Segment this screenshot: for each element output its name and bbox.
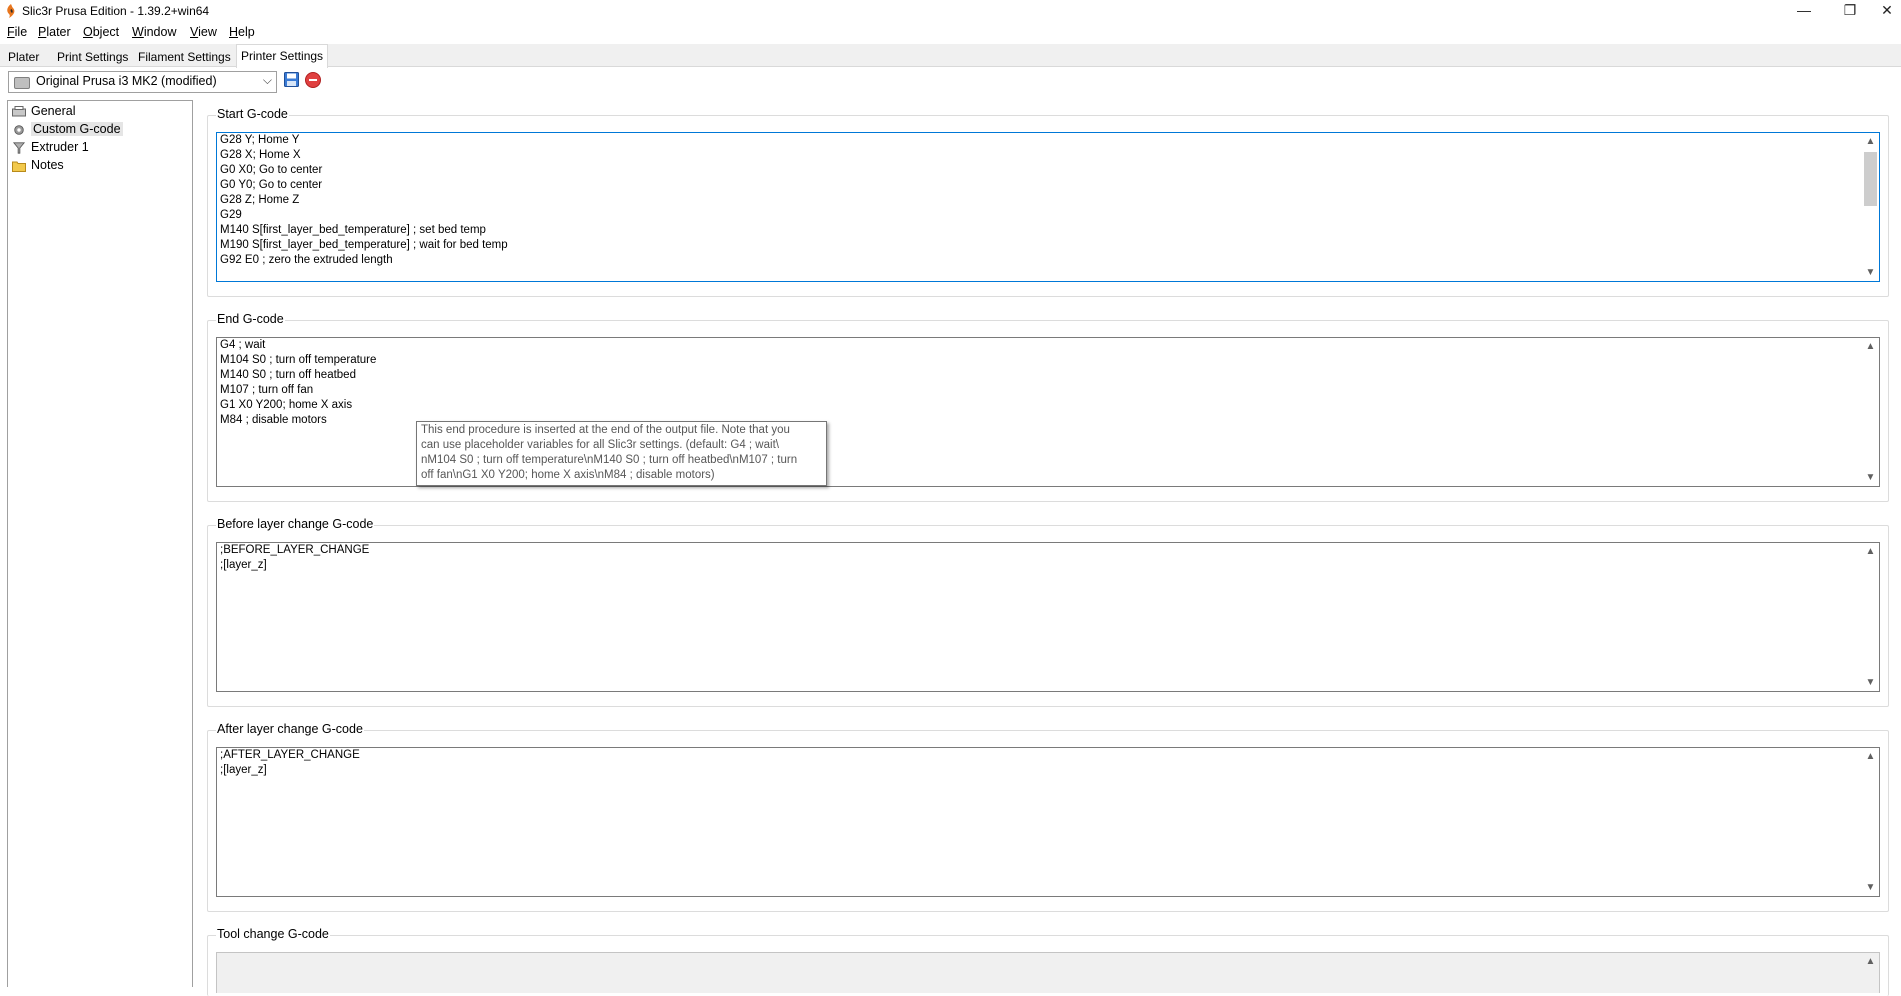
end-gcode-lines: G4 ; wait M104 S0 ; turn off temperature… (217, 338, 1879, 428)
start-gcode-textarea[interactable]: G28 Y; Home Y G28 X; Home X G0 X0; Go to… (216, 132, 1880, 282)
vertical-scrollbar[interactable]: ▲ (1862, 953, 1879, 993)
code-line: G29 (220, 209, 242, 221)
preset-selected-value: Original Prusa i3 MK2 (modified) (36, 74, 217, 88)
cog-icon (14, 124, 24, 135)
code-line: G92 E0 ; zero the extruded length (220, 254, 393, 266)
scroll-up-icon[interactable]: ▲ (1862, 338, 1879, 355)
tool-change-gcode-title: Tool change G-code (216, 927, 330, 941)
window-title: Slic3r Prusa Edition - 1.39.2+win64 (22, 4, 210, 18)
tool-change-gcode-section: Tool change G-code ▲ (207, 927, 1889, 996)
delete-preset-icon[interactable] (305, 72, 321, 88)
printer-icon (12, 105, 26, 117)
tab-printer-settings[interactable]: Printer Settings (236, 44, 329, 68)
scroll-up-icon[interactable]: ▲ (1862, 748, 1879, 765)
tree-item-notes[interactable]: Notes (12, 156, 64, 174)
menu-help[interactable]: Help (229, 25, 255, 39)
code-line: M140 S[first_layer_bed_temperature] ; se… (220, 224, 486, 236)
tab-print-settings[interactable]: Print Settings (52, 46, 133, 67)
tooltip-line: This end procedure is inserted at the en… (421, 424, 790, 436)
menu-window[interactable]: Window (132, 25, 176, 39)
restore-icon[interactable]: ❐ (1827, 0, 1873, 22)
tool-change-gcode-textarea[interactable]: ▲ (216, 952, 1880, 993)
code-line: G0 X0; Go to center (220, 164, 323, 176)
scroll-up-icon[interactable]: ▲ (1862, 543, 1879, 560)
vertical-scrollbar[interactable]: ▲ ▼ (1862, 543, 1879, 691)
before-layer-gcode-title: Before layer change G-code (216, 517, 375, 531)
end-gcode-tooltip: This end procedure is inserted at the en… (416, 421, 827, 486)
tree-item-label: General (31, 104, 76, 118)
after-layer-gcode-section: After layer change G-code ;AFTER_LAYER_C… (207, 722, 1889, 912)
menu-object[interactable]: Object (83, 25, 119, 39)
after-layer-gcode-textarea[interactable]: ;AFTER_LAYER_CHANGE ;[layer_z] ▲ ▼ (216, 747, 1880, 897)
code-line: M140 S0 ; turn off heatbed (220, 369, 356, 381)
scroll-thumb[interactable] (1864, 152, 1877, 206)
code-line: ;AFTER_LAYER_CHANGE (220, 749, 360, 761)
vertical-scrollbar[interactable]: ▲ ▼ (1862, 133, 1879, 281)
tab-filament-settings[interactable]: Filament Settings (133, 46, 236, 67)
scroll-down-icon[interactable]: ▼ (1862, 879, 1879, 896)
code-line: G0 Y0; Go to center (220, 179, 323, 191)
scroll-down-icon[interactable]: ▼ (1862, 674, 1879, 691)
menu-file[interactable]: File (7, 25, 27, 39)
settings-tree: General Custom G-code Extruder 1 Notes (7, 100, 193, 987)
vertical-scrollbar[interactable]: ▲ ▼ (1862, 748, 1879, 896)
code-line: ;[layer_z] (220, 559, 267, 571)
end-gcode-title: End G-code (216, 312, 285, 326)
code-line: ;[layer_z] (220, 764, 267, 776)
title-bar: Slic3r Prusa Edition - 1.39.2+win64 — ❐ … (0, 0, 1901, 22)
printer-icon (14, 77, 30, 89)
start-gcode-title: Start G-code (216, 107, 289, 121)
save-preset-icon[interactable] (284, 72, 299, 87)
code-line: G4 ; wait (220, 339, 266, 351)
after-layer-gcode-lines: ;AFTER_LAYER_CHANGE ;[layer_z] (217, 748, 1879, 778)
funnel-icon (12, 142, 26, 154)
before-layer-gcode-textarea[interactable]: ;BEFORE_LAYER_CHANGE ;[layer_z] ▲ ▼ (216, 542, 1880, 692)
tree-item-label: Custom G-code (31, 122, 123, 136)
start-gcode-section: Start G-code G28 Y; Home Y G28 X; Home X… (207, 107, 1889, 297)
code-line: M107 ; turn off fan (220, 384, 314, 396)
scroll-down-icon[interactable]: ▼ (1862, 469, 1879, 486)
code-line: G28 Z; Home Z (220, 194, 300, 206)
tooltip-line: nM104 S0 ; turn off temperature\nM140 S0… (421, 454, 798, 466)
tree-item-label: Extruder 1 (31, 140, 89, 154)
tree-item-extruder-1[interactable]: Extruder 1 (12, 138, 89, 156)
code-line: ;BEFORE_LAYER_CHANGE (220, 544, 370, 556)
custom-gcode-page: Start G-code G28 Y; Home Y G28 X; Home X… (205, 100, 1901, 996)
vertical-scrollbar[interactable]: ▲ ▼ (1862, 338, 1879, 486)
code-line: G1 X0 Y200; home X axis (220, 399, 353, 411)
tree-item-custom-gcode[interactable]: Custom G-code (12, 120, 123, 138)
folder-icon (12, 161, 26, 172)
tooltip-line: can use placeholder variables for all Sl… (421, 439, 779, 451)
code-line: G28 Y; Home Y (220, 134, 300, 146)
scroll-up-icon[interactable]: ▲ (1862, 953, 1879, 970)
menu-bar: File Plater Object Window View Help (0, 22, 1901, 42)
slic3r-logo-icon (7, 4, 15, 18)
before-layer-gcode-section: Before layer change G-code ;BEFORE_LAYER… (207, 517, 1889, 707)
code-line: G28 X; Home X (220, 149, 301, 161)
start-gcode-lines: G28 Y; Home Y G28 X; Home X G0 X0; Go to… (217, 133, 1879, 268)
tab-plater[interactable]: Plater (3, 46, 44, 67)
minimize-icon[interactable]: — (1781, 0, 1827, 22)
tooltip-line: off fan\nG1 X0 Y200; home X axis\nM84 ; … (421, 469, 715, 481)
scroll-up-icon[interactable]: ▲ (1862, 133, 1879, 150)
tab-bar: Plater Print Settings Filament Settings … (0, 44, 1901, 68)
before-layer-gcode-lines: ;BEFORE_LAYER_CHANGE ;[layer_z] (217, 543, 1879, 573)
code-line: M104 S0 ; turn off temperature (220, 354, 377, 366)
scroll-down-icon[interactable]: ▼ (1862, 264, 1879, 281)
printer-preset-select[interactable]: Original Prusa i3 MK2 (modified) ⌵ (8, 71, 277, 93)
chevron-down-icon: ⌵ (262, 73, 272, 87)
tree-item-label: Notes (31, 158, 64, 172)
menu-plater[interactable]: Plater (38, 25, 71, 39)
after-layer-gcode-title: After layer change G-code (216, 722, 364, 736)
tree-item-general[interactable]: General (12, 102, 75, 120)
close-icon[interactable]: ✕ (1873, 0, 1901, 22)
code-line: M190 S[first_layer_bed_temperature] ; wa… (220, 239, 508, 251)
menu-view[interactable]: View (190, 25, 217, 39)
